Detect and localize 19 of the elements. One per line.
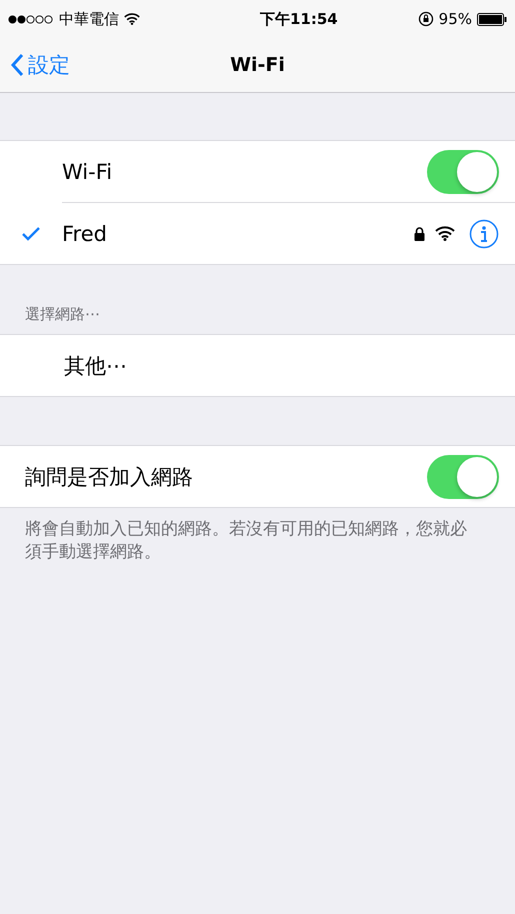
footer-note: 將會自動加入已知的網路。若沒有可用的已知網路，您就必須手動選擇網路。 [24, 518, 468, 564]
back-button[interactable]: 設定 [10, 51, 70, 79]
screen-title: Wi-Fi [230, 54, 285, 76]
rotation-lock-icon [418, 11, 434, 27]
signal-icon [8, 14, 54, 24]
network-name[interactable]: Fred [62, 222, 414, 246]
info-icon[interactable] [469, 218, 499, 248]
battery-icon [477, 12, 507, 26]
row-label: 詢問是否加入網路 [25, 464, 194, 490]
toggle-switch[interactable] [427, 454, 499, 498]
wifi-icon [435, 226, 455, 241]
battery-percent: 95% [438, 10, 472, 28]
clock-time: 下午11:54 [260, 10, 338, 28]
wifi-icon [124, 13, 140, 25]
section-header: 選擇網路⋯ [24, 304, 101, 325]
toggle-switch[interactable] [427, 150, 499, 194]
row-label: Wi-Fi [62, 160, 114, 184]
chevron-left-icon [10, 53, 24, 77]
carrier-name: 中華電信 [59, 10, 119, 28]
